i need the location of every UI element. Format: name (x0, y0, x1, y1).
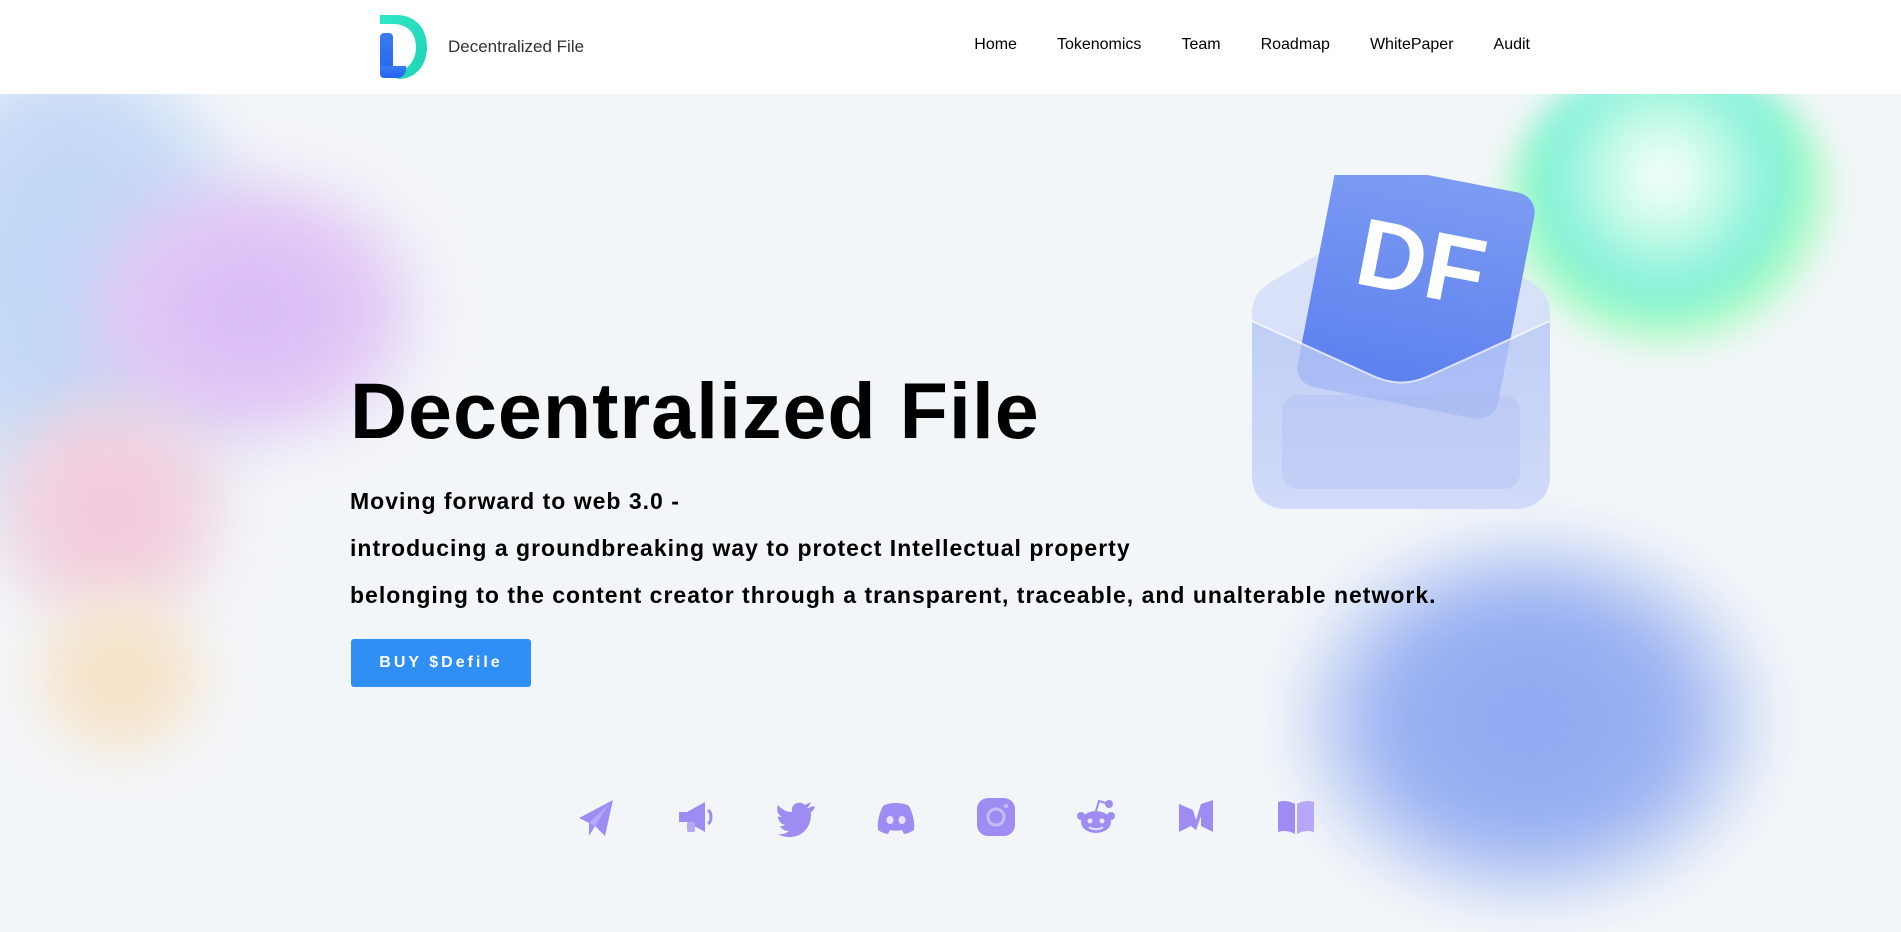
main-nav: Home Tokenomics Team Roadmap WhitePaper … (974, 0, 1530, 90)
instagram-icon[interactable] (975, 796, 1017, 838)
medium-icon[interactable] (1175, 796, 1217, 838)
discord-icon[interactable] (875, 796, 917, 838)
nav-home[interactable]: Home (974, 36, 1017, 54)
hero-line-2: introducing a groundbreaking way to prot… (350, 535, 1131, 561)
brand[interactable]: Decentralized File (378, 14, 584, 80)
hero-line-3: belonging to the content creator through… (350, 582, 1437, 608)
book-icon[interactable] (1275, 796, 1317, 838)
logo-icon (380, 15, 427, 79)
site-header: Decentralized File Home Tokenomics Team … (0, 0, 1901, 94)
nav-audit[interactable]: Audit (1494, 36, 1530, 54)
hero-description: Moving forward to web 3.0 - introducing … (350, 486, 1437, 627)
reddit-icon[interactable] (1075, 796, 1117, 838)
telegram-icon[interactable] (575, 796, 617, 838)
hero-title: Decentralized File (350, 366, 1040, 455)
gradient-blob-peach (20, 580, 220, 770)
page: Decentralized File Home Tokenomics Team … (0, 0, 1901, 932)
nav-tokenomics[interactable]: Tokenomics (1057, 36, 1141, 54)
buy-defile-button[interactable]: BUY $Defile (351, 639, 531, 687)
envelope-illustration: DF (1251, 175, 1551, 509)
megaphone-icon[interactable] (675, 796, 717, 838)
nav-whitepaper[interactable]: WhitePaper (1370, 36, 1454, 54)
brand-name: Decentralized File (448, 37, 585, 56)
twitter-icon[interactable] (775, 796, 817, 838)
nav-team[interactable]: Team (1181, 36, 1220, 54)
nav-roadmap[interactable]: Roadmap (1261, 36, 1330, 54)
hero-line-1: Moving forward to web 3.0 - (350, 488, 680, 514)
